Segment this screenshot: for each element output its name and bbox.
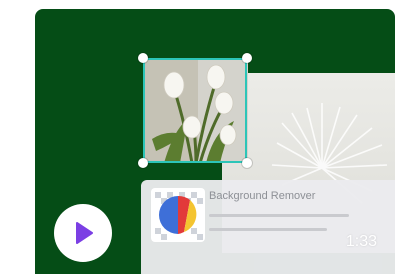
placeholder-line (209, 214, 349, 217)
app-panel: Background Remover 1:33 (141, 180, 395, 274)
resize-handle-top-right[interactable] (242, 53, 252, 63)
resize-handle-bottom-right[interactable] (242, 158, 252, 168)
video-card: Background Remover 1:33 (35, 9, 395, 274)
video-duration: 1:33 (345, 233, 377, 250)
app-title: Background Remover (209, 190, 316, 202)
play-icon (76, 222, 93, 244)
background-remover-app-icon (151, 188, 205, 242)
selection-box[interactable] (143, 58, 247, 163)
resize-handle-top-left[interactable] (138, 53, 148, 63)
play-button[interactable] (54, 204, 112, 262)
placeholder-line (209, 228, 327, 231)
resize-handle-bottom-left[interactable] (138, 158, 148, 168)
